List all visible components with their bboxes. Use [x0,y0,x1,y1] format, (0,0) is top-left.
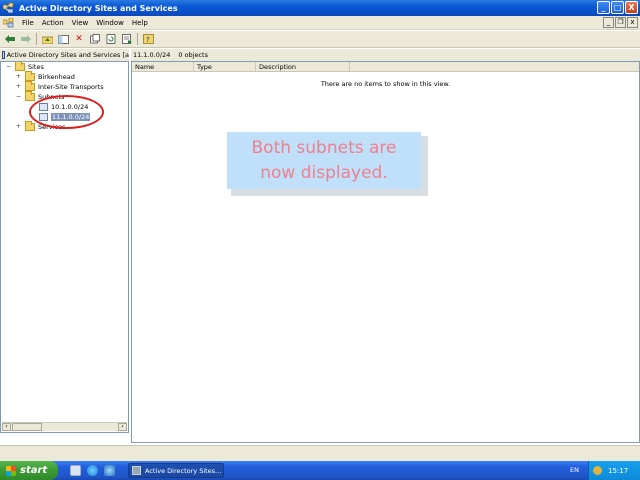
expand-icon[interactable]: + [15,73,22,81]
folder-icon [15,62,25,71]
clock[interactable]: 15:17 [608,467,628,475]
minimize-button[interactable]: _ [597,1,610,14]
internet-explorer-icon[interactable] [87,465,98,476]
annotation-circle [29,95,104,129]
maximize-button[interactable]: □ [611,1,624,14]
taskbar-window-label: Active Directory Sites... [145,466,222,475]
details-pane[interactable]: Name Type Description There are no items… [131,61,640,443]
window-title: Active Directory Sites and Services [19,3,178,13]
menu-bar: File Action View Window Help _ ❐ x [0,16,640,30]
title-bar: Active Directory Sites and Services _ □ … [0,0,640,16]
object-count: 0 objects [178,51,208,59]
collapse-icon[interactable]: − [5,63,12,71]
svg-text:?: ? [146,36,150,44]
menu-help[interactable]: Help [132,19,148,27]
tree-horizontal-scrollbar[interactable]: ‹ › [2,422,127,431]
ad-sites-app-icon [132,466,141,475]
console-root-icon [2,51,5,59]
menu-action[interactable]: Action [42,19,64,27]
child-close-button[interactable]: x [627,17,638,28]
folder-icon [25,91,35,101]
child-minimize-button[interactable]: _ [603,17,614,28]
details-pane-header: 11.1.0.0/24 0 objects [131,49,640,61]
taskbar: start [0,461,640,480]
child-restore-button[interactable]: ❐ [615,17,626,28]
system-tray: 15:17 [588,461,640,480]
tree-item-birkenhead[interactable]: + Birkenhead [15,71,75,82]
status-bar [0,445,640,461]
tree-item-label: Birkenhead [38,73,75,81]
tree-header-label: Active Directory Sites and Services [a [6,51,129,59]
properties-icon[interactable] [89,33,101,45]
scroll-right-icon[interactable]: › [118,423,127,431]
expand-icon[interactable]: + [15,123,22,131]
back-icon[interactable] [4,33,16,45]
collapse-icon[interactable]: − [15,93,22,101]
show-desktop-icon[interactable] [70,465,81,476]
folder-icon [25,81,35,91]
close-button[interactable]: X [625,1,638,14]
scroll-thumb[interactable] [12,423,42,431]
tree-item-label: Inter-Site Transports [38,83,104,91]
column-description[interactable]: Description [256,62,350,72]
start-label: start [20,465,48,476]
toolbar-separator [36,33,37,45]
folder-icon [25,71,35,81]
toolbar-separator [137,33,138,45]
toolbar: ✕ ? [0,31,640,48]
menu-window[interactable]: Window [96,19,124,27]
empty-list-message: There are no items to show in this view. [320,80,451,88]
column-name[interactable]: Name [132,62,194,72]
details-path: 11.1.0.0/24 [133,51,171,59]
media-player-icon[interactable] [104,465,115,476]
taskbar-window-button[interactable]: Active Directory Sites... [128,463,224,478]
ad-sites-app-icon [2,2,14,14]
delete-icon[interactable]: ✕ [73,33,85,45]
callout-line-2: now displayed. [260,163,388,183]
refresh-icon[interactable] [105,33,117,45]
tree-pane-header: Active Directory Sites and Services [a [0,49,129,61]
expand-icon[interactable]: + [15,83,22,91]
menu-view[interactable]: View [72,19,89,27]
forward-icon[interactable] [20,33,32,45]
up-folder-icon[interactable] [41,33,53,45]
scroll-left-icon[interactable]: ‹ [2,423,11,431]
folder-icon [25,121,35,131]
show-hide-tree-icon[interactable] [57,33,69,45]
export-list-icon[interactable] [121,33,133,45]
tree-item-label: Sites [28,63,44,71]
column-headers: Name Type Description [132,62,639,72]
callout-line-1: Both subnets are [251,138,397,158]
document-window-icon[interactable] [2,17,14,28]
start-button[interactable]: start [0,461,58,480]
menu-file[interactable]: File [22,19,34,27]
windows-logo-icon [6,465,16,476]
column-type[interactable]: Type [194,62,256,72]
language-indicator[interactable]: EN [570,466,579,474]
help-icon[interactable]: ? [142,33,154,45]
network-icon[interactable] [593,466,602,475]
tutorial-callout: Both subnets are now displayed. [227,132,421,189]
